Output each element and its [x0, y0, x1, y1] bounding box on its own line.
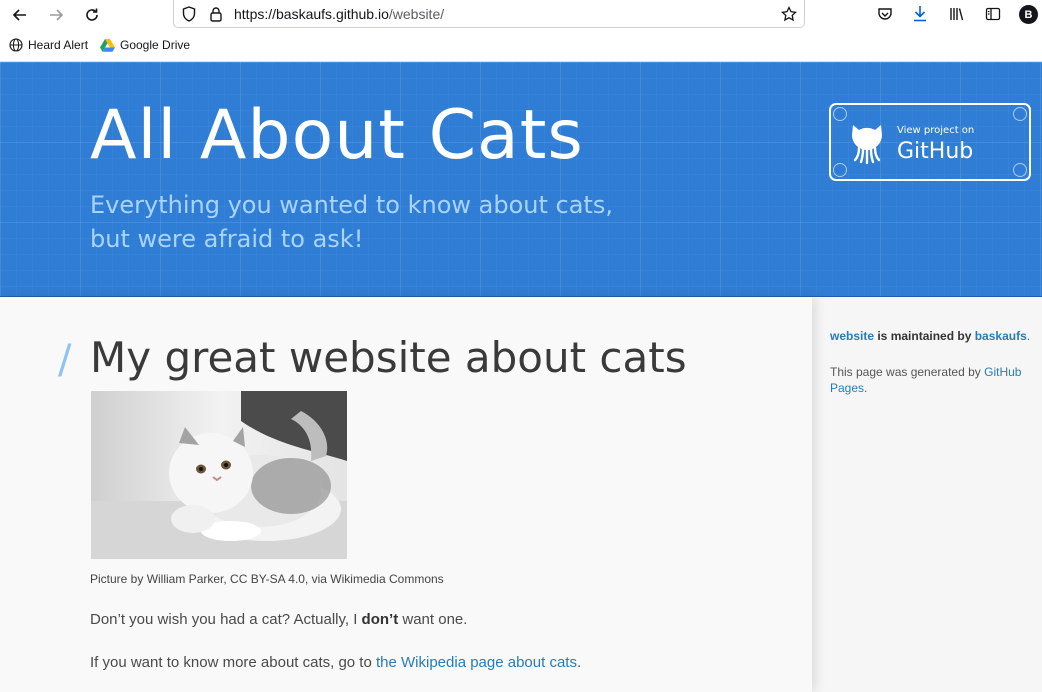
generated-label: This page was generated by	[830, 365, 985, 379]
download-icon[interactable]	[911, 4, 929, 24]
main-content: / My great website about cats Picture by…	[0, 297, 812, 692]
maintained-by-text: website is maintained by baskaufs.	[830, 328, 1035, 344]
url-text[interactable]: https://baskaufs.github.io/website/	[234, 6, 444, 22]
page-heading: My great website about cats	[90, 333, 687, 382]
bookmarks-bar: Heard Alert Google Drive	[0, 30, 1042, 62]
shield-icon[interactable]	[180, 5, 198, 23]
google-drive-icon	[100, 38, 115, 52]
forward-button[interactable]	[45, 4, 67, 26]
para-text: want one.	[398, 611, 468, 628]
forward-arrow-icon	[50, 9, 64, 21]
maintained-label: is maintained by	[874, 329, 975, 343]
corner-decoration	[833, 107, 847, 121]
repo-link[interactable]: website	[830, 329, 874, 343]
paragraph-wikipedia: If you want to know more about cats, go …	[90, 654, 581, 671]
site-title: All About Cats	[90, 96, 584, 175]
site-tagline: Everything you wanted to know about cats…	[90, 191, 613, 253]
browser-toolbar: https://baskaufs.github.io/website/ B	[0, 0, 1042, 30]
bookmark-label: Google Drive	[120, 38, 191, 52]
reload-icon	[86, 8, 98, 21]
globe-icon	[9, 38, 23, 52]
heading-slash-decoration: /	[58, 337, 72, 383]
reload-button[interactable]	[81, 4, 103, 26]
url-host: https://baskaufs.github.io	[234, 6, 389, 22]
generated-by-text: This page was generated by GitHub Pages.	[830, 364, 1035, 396]
pocket-icon[interactable]	[876, 5, 894, 23]
github-small-label: View project on	[897, 125, 975, 136]
bookmark-star-icon[interactable]	[780, 5, 798, 23]
site-header: All About Cats Everything you wanted to …	[0, 62, 1042, 297]
github-big-label: GitHub	[897, 139, 974, 164]
lock-icon[interactable]	[207, 5, 225, 23]
period: .	[864, 381, 868, 395]
para-text: .	[576, 654, 582, 671]
bookmark-label: Heard Alert	[28, 38, 89, 52]
view-on-github-button[interactable]: View project on GitHub	[829, 103, 1031, 181]
back-arrow-icon	[12, 9, 26, 21]
paragraph-wish: Don’t you wish you had a cat? Actually, …	[90, 611, 467, 628]
image-caption: Picture by William Parker, CC BY-SA 4.0,…	[90, 572, 444, 586]
bookmark-google-drive[interactable]: Google Drive	[100, 38, 190, 52]
sidebar-toggle-icon[interactable]	[984, 5, 1002, 23]
para-bold: don’t	[361, 611, 399, 628]
bookmark-heard-alert[interactable]: Heard Alert	[9, 38, 88, 52]
period: .	[1026, 329, 1031, 343]
octocat-icon	[852, 125, 882, 165]
corner-decoration	[1013, 163, 1027, 177]
cat-photo	[91, 391, 347, 559]
corner-decoration	[1013, 107, 1027, 121]
library-icon[interactable]	[948, 5, 966, 23]
corner-decoration	[833, 163, 847, 177]
url-path: /website/	[388, 6, 445, 22]
account-avatar[interactable]: B	[1019, 5, 1038, 24]
para-text: Don’t you wish you had a cat? Actually, …	[90, 611, 362, 628]
wikipedia-link[interactable]: the Wikipedia page about cats	[376, 654, 577, 671]
owner-link[interactable]: baskaufs	[975, 329, 1027, 343]
para-text: If you want to know more about cats, go …	[90, 654, 376, 671]
address-bar[interactable]: https://baskaufs.github.io/website/	[173, 0, 805, 28]
back-button[interactable]	[9, 4, 31, 26]
